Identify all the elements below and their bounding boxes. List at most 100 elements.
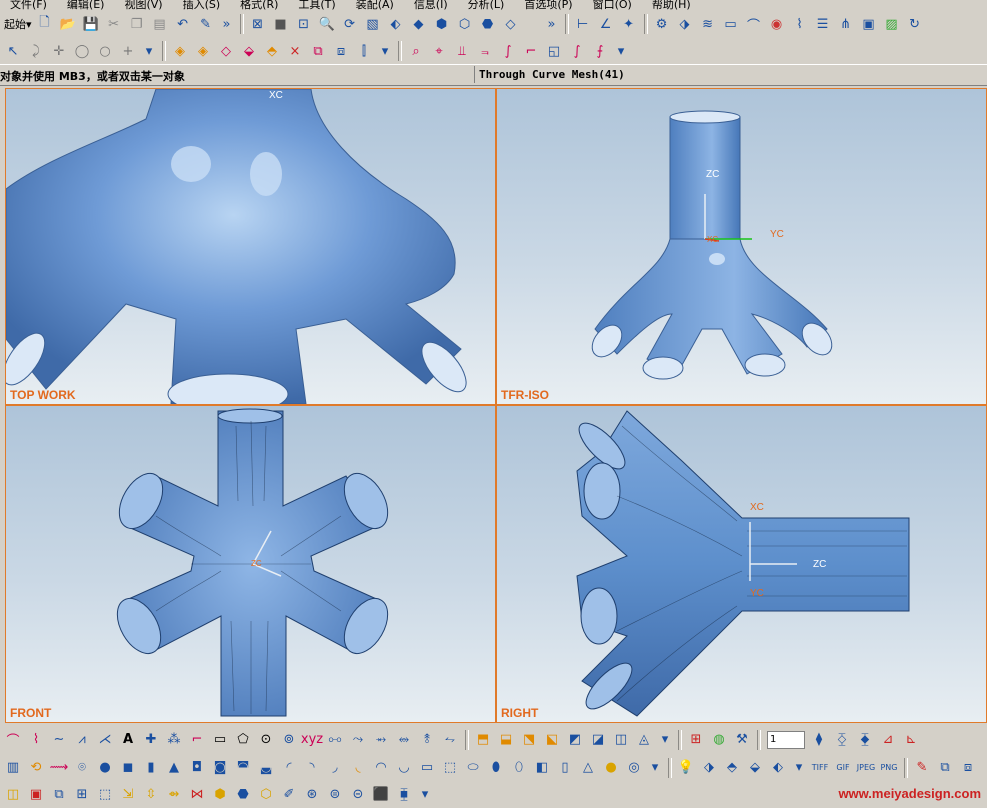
shell-icon[interactable]: ▭ xyxy=(416,758,438,778)
align-icon[interactable]: ⫿ xyxy=(353,41,375,61)
wcs-icon[interactable]: ⊿ xyxy=(877,730,899,750)
measure-angle-icon[interactable]: ∠ xyxy=(595,14,617,34)
symbol-icon[interactable]: ⇴ xyxy=(163,785,185,805)
law-curve-icon[interactable]: xyz xyxy=(301,730,323,750)
curve-analysis-icon[interactable]: ⚙ xyxy=(651,14,673,34)
material-icon[interactable]: ⬘ xyxy=(721,758,743,778)
magnify-icon[interactable]: 🔍 xyxy=(316,14,338,34)
copy-tool-icon[interactable]: ⬡ xyxy=(255,785,277,805)
surface-tool-2-icon[interactable]: ⬓ xyxy=(495,730,517,750)
layout-icon[interactable]: ⊞ xyxy=(71,785,93,805)
split-body-icon[interactable]: ◧ xyxy=(531,758,553,778)
offset-curve-icon[interactable]: ⧟ xyxy=(324,730,346,750)
intersect-icon[interactable]: ⥈ xyxy=(393,730,415,750)
wave-icon[interactable]: ∼ xyxy=(48,730,70,750)
subtract-icon[interactable]: ◠ xyxy=(370,758,392,778)
cylinder-icon[interactable]: ▮ xyxy=(140,758,162,778)
trim-body-icon[interactable]: ⬯ xyxy=(508,758,530,778)
surface-tool-6-icon[interactable]: ◪ xyxy=(587,730,609,750)
block-icon[interactable]: ◼ xyxy=(117,758,139,778)
view-copy-icon[interactable]: ⧉ xyxy=(48,785,70,805)
annotation-icon[interactable]: ⬚ xyxy=(94,785,116,805)
bridge-icon[interactable]: ⋌ xyxy=(94,730,116,750)
plus-icon[interactable]: + xyxy=(117,41,139,61)
assembly-icon[interactable]: ⧉ xyxy=(934,758,956,778)
pattern-icon[interactable]: ⬢ xyxy=(209,785,231,805)
torus-icon[interactable]: ◎ xyxy=(623,758,645,778)
shaded-cube-icon[interactable]: ◆ xyxy=(408,14,430,34)
snap-icon[interactable]: ⊞ xyxy=(685,730,707,750)
scene-icon[interactable]: ⬖ xyxy=(767,758,789,778)
point-set-icon[interactable]: ✛ xyxy=(48,41,70,61)
dropdown-arrow-icon[interactable]: ▾ xyxy=(790,758,808,778)
mirror-icon[interactable]: ⧈ xyxy=(330,41,352,61)
intersect-body-icon[interactable]: ◡ xyxy=(393,758,415,778)
circle-outline-icon[interactable]: ○ xyxy=(94,41,116,61)
menu-insert[interactable]: 插入(S) xyxy=(173,0,231,10)
surface-icon[interactable]: ▨ xyxy=(881,14,903,34)
dropdown-arrow-icon[interactable]: ▾ xyxy=(140,41,158,61)
wcs-dynamic-icon[interactable]: ⊾ xyxy=(900,730,922,750)
note-icon[interactable]: ⇳ xyxy=(140,785,162,805)
undo-icon[interactable]: ↶ xyxy=(172,14,194,34)
wireframe-cube-icon[interactable]: ⬡ xyxy=(454,14,476,34)
point-tool-icon[interactable]: ✚ xyxy=(140,730,162,750)
overflow-chevron-icon[interactable]: » xyxy=(218,14,236,34)
divide-curve-icon[interactable]: ⫬ xyxy=(474,41,496,61)
menu-edit[interactable]: 编辑(E) xyxy=(57,0,115,10)
helix-icon[interactable]: ⊚ xyxy=(278,730,300,750)
feature-icon[interactable]: ◈ xyxy=(169,41,191,61)
color-analysis-icon[interactable]: ◉ xyxy=(766,14,788,34)
solid-cube-icon[interactable]: ⬢ xyxy=(431,14,453,34)
perspective-icon[interactable]: ⬖ xyxy=(385,14,407,34)
ref-icon[interactable]: ⊜ xyxy=(324,785,346,805)
viewport-right[interactable]: XC ZC YC RIGHT xyxy=(496,405,987,723)
groove-icon[interactable]: ◝ xyxy=(301,758,323,778)
dropdown-arrow-icon[interactable]: ▾ xyxy=(646,758,664,778)
mirror-tool-icon[interactable]: ⋈ xyxy=(186,785,208,805)
delete-icon[interactable]: ⊝ xyxy=(347,785,369,805)
extrude-icon[interactable]: ▥ xyxy=(2,758,24,778)
palette-icon[interactable]: ◍ xyxy=(708,730,730,750)
edit-tool-icon[interactable]: ✐ xyxy=(278,785,300,805)
zoom-icon[interactable]: ⊡ xyxy=(293,14,315,34)
face-curvature-icon[interactable]: ⌒ xyxy=(743,14,765,34)
shaded-face-icon[interactable]: ▣ xyxy=(858,14,880,34)
corner-icon[interactable]: ⌐ xyxy=(520,41,542,61)
layer-select[interactable]: 1 xyxy=(767,730,805,749)
chamfer-tool-icon[interactable]: ⬮ xyxy=(485,758,507,778)
static-wire-cube-icon[interactable]: ◇ xyxy=(500,14,522,34)
hole-icon[interactable]: ◘ xyxy=(186,758,208,778)
scale-icon[interactable]: ⬘ xyxy=(261,41,283,61)
reflection-icon[interactable]: ≋ xyxy=(697,14,719,34)
curve-dropdown-icon[interactable]: ⤳ xyxy=(347,730,369,750)
edge-blend-icon[interactable]: ⬚ xyxy=(439,758,461,778)
menu-window[interactable]: 窗口(O) xyxy=(583,0,642,10)
block-tool-icon[interactable]: ⬛ xyxy=(370,785,392,805)
slot-icon[interactable]: ◜ xyxy=(278,758,300,778)
comb-icon[interactable]: ⋔ xyxy=(835,14,857,34)
arc-tool-icon[interactable]: ⌒ xyxy=(2,730,24,750)
render-icon[interactable]: ⬗ xyxy=(698,758,720,778)
extract-icon[interactable]: ⥊ xyxy=(439,730,461,750)
paint-icon[interactable]: ✎ xyxy=(911,758,933,778)
pocket-icon[interactable]: ◚ xyxy=(232,758,254,778)
stretch-icon[interactable]: ∫ xyxy=(497,41,519,61)
rectangle-icon[interactable]: ▭ xyxy=(209,730,231,750)
section-analysis-icon[interactable]: ⬗ xyxy=(674,14,696,34)
polygon-icon[interactable]: ⬠ xyxy=(232,730,254,750)
deviation-icon[interactable]: ⌇ xyxy=(789,14,811,34)
menu-info[interactable]: 信息(I) xyxy=(404,0,458,10)
export-tiff-icon[interactable]: TIFF xyxy=(809,758,831,778)
surface-tool-1-icon[interactable]: ⬒ xyxy=(472,730,494,750)
save-icon[interactable]: 💾 xyxy=(80,14,102,34)
draft-analysis-icon[interactable]: ▭ xyxy=(720,14,742,34)
fit-view-icon[interactable]: ⊠ xyxy=(247,14,269,34)
project-icon[interactable]: ⥇ xyxy=(370,730,392,750)
menu-file[interactable]: 文件(F) xyxy=(0,0,57,10)
offset-icon[interactable]: ⬙ xyxy=(238,41,260,61)
menu-help[interactable]: 帮助(H) xyxy=(642,0,701,10)
tube-icon[interactable]: ⌾ xyxy=(71,758,93,778)
hedgehog-icon[interactable]: ☰ xyxy=(812,14,834,34)
pan-icon[interactable]: ▧ xyxy=(362,14,384,34)
